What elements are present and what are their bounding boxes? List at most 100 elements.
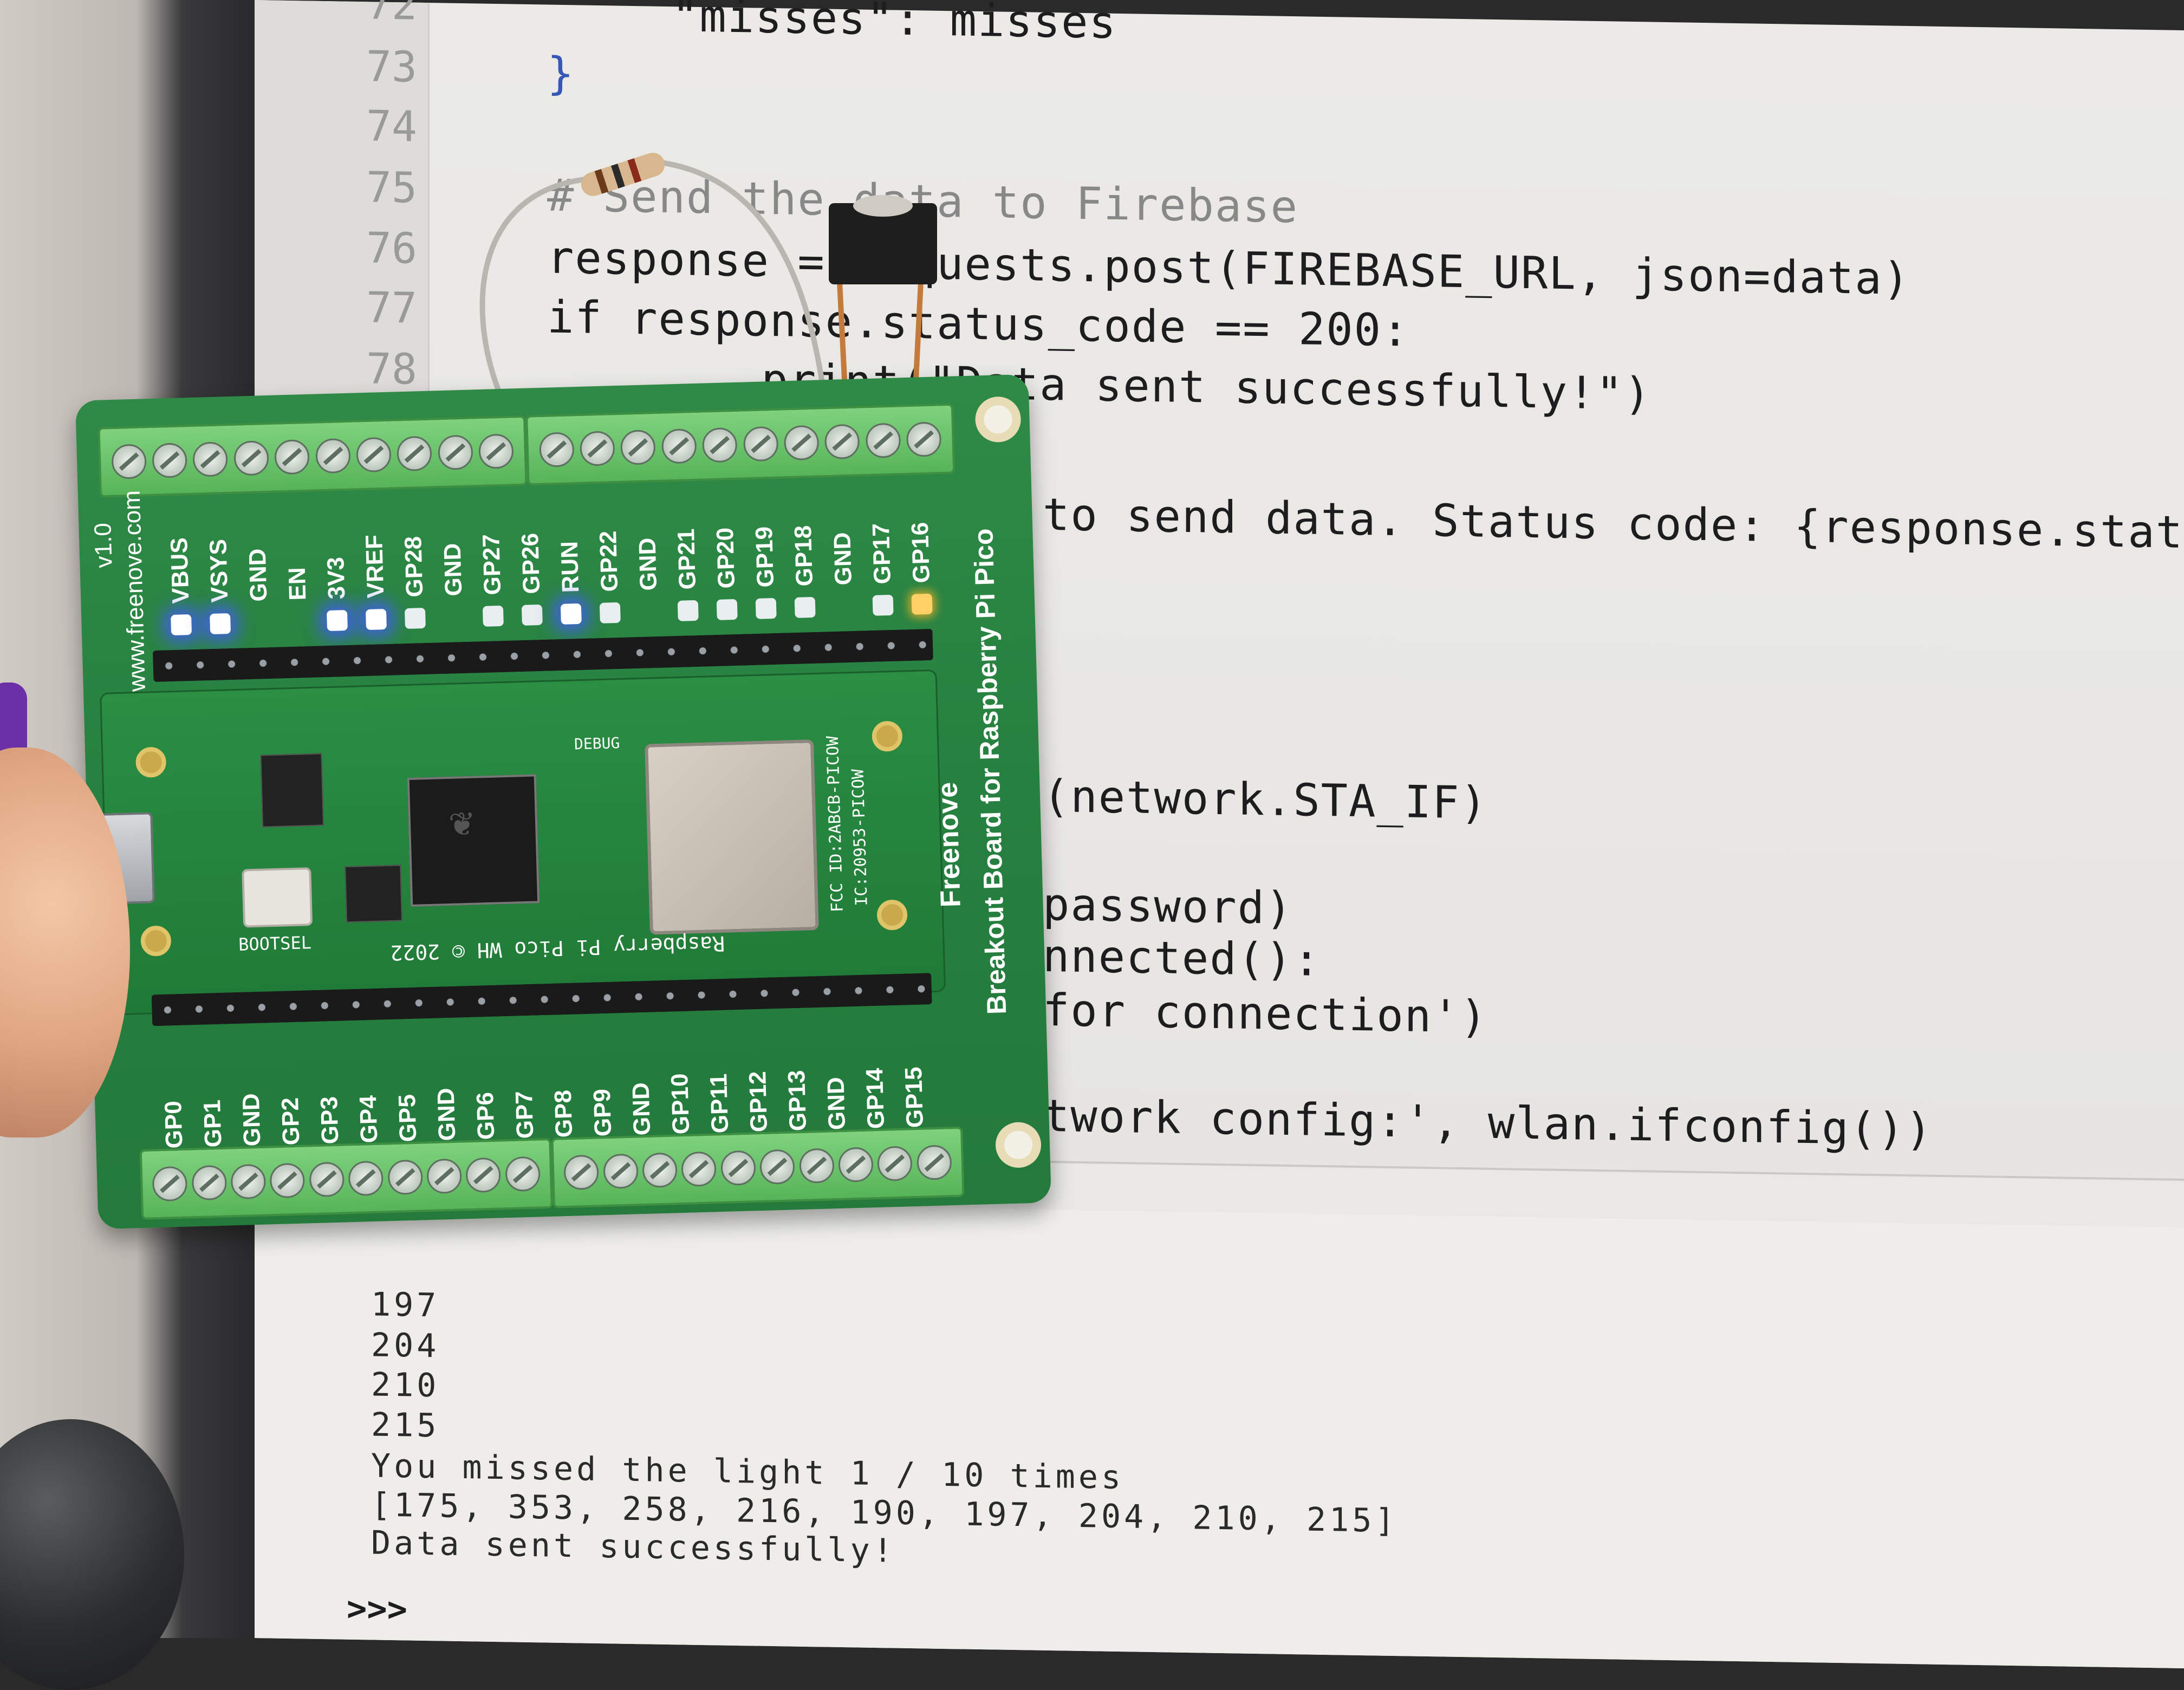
terminal-screw[interactable] xyxy=(563,1154,600,1191)
terminal-screw[interactable] xyxy=(426,1158,463,1194)
terminal-screw[interactable] xyxy=(538,432,575,467)
code-line[interactable]: password) xyxy=(1043,879,1293,934)
board-url: www.freenove.com xyxy=(118,490,151,692)
terminal-screw[interactable] xyxy=(387,1159,423,1195)
shell-line: 197 xyxy=(371,1285,440,1325)
pin-label: GND xyxy=(627,1082,656,1136)
terminal-screw[interactable] xyxy=(396,435,433,472)
terminal-screw[interactable] xyxy=(191,1165,227,1201)
code-line[interactable]: nnected(): xyxy=(1043,931,1321,986)
rp2040-chip: ❦ xyxy=(407,774,540,907)
terminal-screw[interactable] xyxy=(465,1157,502,1193)
pico-chip xyxy=(344,864,403,923)
pin-label: GP7 xyxy=(510,1090,539,1139)
status-led xyxy=(171,614,192,636)
pico-chip xyxy=(260,753,324,828)
terminal-screw[interactable] xyxy=(580,431,615,466)
terminal-screw[interactable] xyxy=(620,430,656,465)
wifi-module-shield xyxy=(645,739,819,935)
terminal-screw[interactable] xyxy=(315,438,351,474)
terminal-screw[interactable] xyxy=(356,437,392,473)
line-number: 77 xyxy=(366,283,417,333)
pico-mount-hole xyxy=(140,925,172,957)
code-line[interactable]: response = requests.post(FIREBASE_URL, j… xyxy=(547,232,1910,305)
shell-line: 204 xyxy=(371,1326,440,1366)
terminal-block-top-right xyxy=(525,403,955,486)
pin-label: GP14 xyxy=(861,1067,890,1129)
pin-label: GND xyxy=(634,537,662,592)
terminal-screw[interactable] xyxy=(478,433,514,470)
pin-label: GP8 xyxy=(549,1089,578,1138)
shell-panel[interactable]: 197 204 210 215 You missed the light 1 /… xyxy=(255,1197,2184,1668)
terminal-screw[interactable] xyxy=(348,1160,384,1197)
bootsel-button[interactable] xyxy=(242,867,313,928)
pin-label: GND xyxy=(237,1093,266,1147)
pin-label: GP22 xyxy=(595,530,623,593)
terminal-screw[interactable] xyxy=(916,1145,952,1181)
code-line[interactable]: (network.STA_IF) xyxy=(1043,771,1488,829)
terminal-screw[interactable] xyxy=(783,425,820,461)
code-line[interactable]: to send data. Status code: {response.sta… xyxy=(1043,489,2184,561)
code-line[interactable]: if response.status_code == 200: xyxy=(547,291,1409,356)
terminal-screw[interactable] xyxy=(720,1150,756,1186)
terminal-screw[interactable] xyxy=(877,1146,913,1182)
line-number: 75 xyxy=(366,163,417,213)
code-line[interactable]: twork config:', wlan.ifconfig()) xyxy=(1043,1090,1933,1156)
terminal-screw[interactable] xyxy=(269,1162,306,1199)
line-number: 78 xyxy=(366,344,417,394)
code-line[interactable]: for connection') xyxy=(1043,985,1488,1043)
pin-label: GP18 xyxy=(789,525,818,587)
status-led xyxy=(210,613,231,635)
board-version: v1.0 xyxy=(89,522,118,569)
terminal-screw[interactable] xyxy=(759,1149,796,1185)
terminal-screw[interactable] xyxy=(309,1161,344,1198)
shell-prompt[interactable]: >>> xyxy=(347,1589,407,1629)
line-number: 76 xyxy=(366,224,417,274)
terminal-screw[interactable] xyxy=(837,1147,874,1183)
terminal-screw[interactable] xyxy=(274,439,310,475)
pin-label: GP16 xyxy=(906,522,935,584)
terminal-screw[interactable] xyxy=(110,444,147,480)
status-led xyxy=(755,597,777,619)
pin-label: GP15 xyxy=(900,1066,929,1128)
terminal-screw[interactable] xyxy=(504,1156,541,1192)
line-number: 73 xyxy=(366,42,417,92)
terminal-block-top-left xyxy=(98,415,528,498)
terminal-block-bottom-left xyxy=(139,1138,553,1220)
tactile-switch-cap[interactable] xyxy=(853,195,913,217)
terminal-screw[interactable] xyxy=(230,1164,266,1200)
pin-label: GP10 xyxy=(666,1073,695,1135)
terminal-screw[interactable] xyxy=(437,434,473,471)
line-number: 74 xyxy=(366,102,417,152)
code-line[interactable]: "misses": misses xyxy=(672,0,1117,49)
shell-line: Data sent successfully! xyxy=(371,1524,896,1570)
terminal-screw[interactable] xyxy=(824,424,860,460)
terminal-screw[interactable] xyxy=(798,1148,835,1184)
terminal-screw[interactable] xyxy=(602,1153,639,1190)
terminal-screw[interactable] xyxy=(642,1152,678,1188)
pin-label: GND xyxy=(432,1087,461,1141)
terminal-screw[interactable] xyxy=(661,428,697,464)
terminal-screw[interactable] xyxy=(233,440,269,476)
terminal-screw[interactable] xyxy=(865,422,901,459)
line-number: 72 xyxy=(366,0,417,30)
pin-label: GP1 xyxy=(199,1099,227,1148)
pin-label: GP28 xyxy=(400,536,428,598)
terminal-screw[interactable] xyxy=(681,1151,717,1187)
terminal-screw[interactable] xyxy=(192,441,229,477)
pin-label: 3V3 xyxy=(322,556,350,600)
terminal-screw[interactable] xyxy=(743,426,779,462)
terminal-screw[interactable] xyxy=(152,443,188,478)
pin-label: GP17 xyxy=(867,523,896,585)
breakout-board: v1.0 www.freenove.com VBUS VSYS GND EN 3… xyxy=(40,374,1052,1230)
terminal-screw[interactable] xyxy=(152,1166,188,1202)
pin-label: GP21 xyxy=(673,528,701,590)
terminal-screw[interactable] xyxy=(906,421,942,458)
pin-label: GND xyxy=(822,1076,851,1130)
code-line[interactable]: } xyxy=(547,48,575,100)
pico-mount-hole xyxy=(135,746,167,778)
terminal-screw[interactable] xyxy=(702,427,738,463)
status-led xyxy=(521,604,543,626)
pin-label: GP27 xyxy=(478,534,506,596)
bootsel-label: BOOTSEL xyxy=(238,932,312,955)
